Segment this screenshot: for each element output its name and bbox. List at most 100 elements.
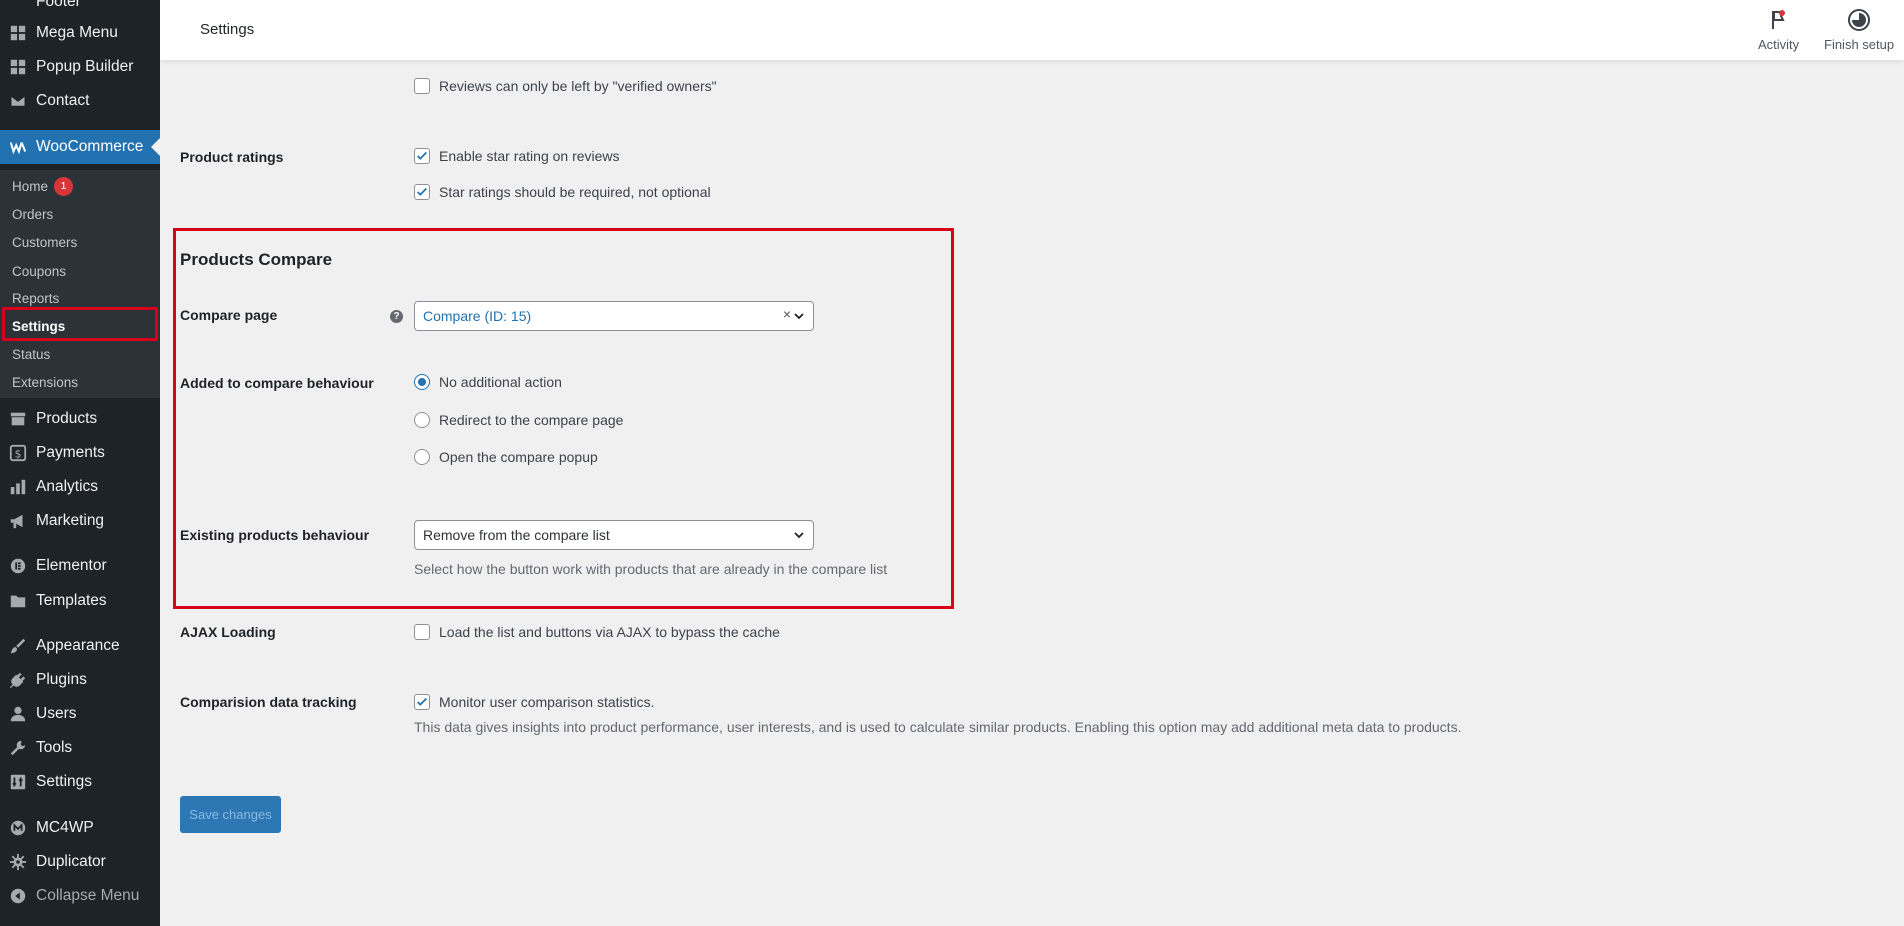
ajax-option[interactable]: Load the list and buttons via AJAX to by… xyxy=(414,624,780,640)
chevron-down-icon xyxy=(794,532,804,539)
notification-badge: 1 xyxy=(54,176,74,196)
menu-templates[interactable]: Templates xyxy=(0,585,160,617)
flag-icon xyxy=(1771,10,1785,29)
option-label: Enable star rating on reviews xyxy=(439,148,620,164)
sub-item-label: Status xyxy=(12,346,51,362)
menu-label: Marketing xyxy=(36,512,105,529)
save-button[interactable]: Save changes xyxy=(180,796,281,833)
settings-highlight-box xyxy=(2,307,158,341)
woocommerce-icon xyxy=(0,138,36,156)
sub-item-label: Reports xyxy=(12,290,60,306)
sub-item-label: Extensions xyxy=(12,374,79,390)
menu-label: Users xyxy=(36,705,77,722)
checkmark-icon xyxy=(417,187,427,196)
compare-page-value: Compare (ID: 15) xyxy=(423,308,532,324)
checkmark-icon xyxy=(417,697,427,706)
menu-elementor[interactable]: Elementor xyxy=(0,550,160,582)
enable-star-option[interactable]: Enable star rating on reviews xyxy=(414,148,620,164)
menu-appearance[interactable]: Appearance xyxy=(0,630,160,662)
tracking-option[interactable]: Monitor user comparison statistics. xyxy=(414,694,655,710)
menu-contact[interactable]: Contact xyxy=(0,85,160,117)
option-label: Monitor user comparison statistics. xyxy=(439,694,655,710)
menu-tools[interactable]: Tools xyxy=(0,732,160,764)
menu-marketing[interactable]: Marketing xyxy=(0,505,160,537)
plug-icon xyxy=(0,671,36,689)
menu-mega-menu[interactable]: Mega Menu xyxy=(0,17,160,49)
sub-item-status[interactable]: Status xyxy=(0,341,160,367)
svg-text:$: $ xyxy=(15,448,22,461)
star-required-checkbox[interactable] xyxy=(414,184,430,200)
menu-duplicator[interactable]: Duplicator xyxy=(0,846,160,878)
radio-popup[interactable]: Open the compare popup xyxy=(414,449,598,465)
checkmark-icon xyxy=(417,151,427,160)
sub-item-coupons[interactable]: Coupons xyxy=(0,258,160,284)
sub-item-orders[interactable]: Orders xyxy=(0,201,160,227)
radio-no-action[interactable]: No additional action xyxy=(414,374,562,390)
activity-label: Activity xyxy=(1758,37,1800,52)
radio-label: Redirect to the compare page xyxy=(439,412,624,428)
menu-woocommerce[interactable]: WooCommerce xyxy=(0,130,160,164)
compare-page-select[interactable]: Compare (ID: 15) × xyxy=(414,301,814,331)
menu-label: Tools xyxy=(36,739,73,756)
verified-owners-option[interactable]: Reviews can only be left by "verified ow… xyxy=(414,78,717,94)
option-label: Load the list and buttons via AJAX to by… xyxy=(439,624,780,640)
help-icon[interactable]: ? xyxy=(390,310,403,323)
product-ratings-label: Product ratings xyxy=(180,149,284,165)
existing-behaviour-description: Select how the button work with products… xyxy=(414,561,888,577)
menu-popup-builder[interactable]: Popup Builder xyxy=(0,51,160,83)
wrench-icon xyxy=(0,739,36,757)
collapse-menu-button[interactable]: Collapse Menu xyxy=(0,880,160,912)
elementor-icon xyxy=(0,557,36,575)
menu-label: Payments xyxy=(36,444,105,461)
menu-plugins[interactable]: Plugins xyxy=(0,664,160,696)
menu-users[interactable]: Users xyxy=(0,698,160,730)
menu-label: MC4WP xyxy=(36,819,94,836)
brush-icon xyxy=(0,637,36,655)
gear-icon xyxy=(0,853,36,871)
menu-label: Footer xyxy=(36,0,81,10)
star-required-option[interactable]: Star ratings should be required, not opt… xyxy=(414,184,711,200)
chevron-down-icon xyxy=(794,313,804,320)
finish-setup-label: Finish setup xyxy=(1824,37,1895,52)
radio-button[interactable] xyxy=(414,412,430,428)
tracking-description: This data gives insights into product pe… xyxy=(414,719,1462,735)
menu-label: Duplicator xyxy=(36,853,106,870)
sub-item-extensions[interactable]: Extensions xyxy=(0,369,160,395)
finish-setup-button[interactable]: Finish setup xyxy=(1824,8,1894,52)
collapse-icon xyxy=(0,887,36,905)
clear-icon[interactable]: × xyxy=(783,306,791,322)
menu-label: WooCommerce xyxy=(36,138,144,155)
enable-star-checkbox[interactable] xyxy=(414,148,430,164)
mc4wp-icon xyxy=(0,819,36,837)
ajax-checkbox[interactable] xyxy=(414,624,430,640)
radio-label: No additional action xyxy=(439,374,562,390)
menu-label: Mega Menu xyxy=(36,24,118,41)
tracking-checkbox[interactable] xyxy=(414,694,430,710)
option-label: Reviews can only be left by "verified ow… xyxy=(439,78,717,94)
grid-icon xyxy=(0,58,36,76)
tracking-label: Comparision data tracking xyxy=(180,694,357,710)
radio-redirect[interactable]: Redirect to the compare page xyxy=(414,412,623,428)
sub-item-customers[interactable]: Customers xyxy=(0,229,160,255)
radio-button[interactable] xyxy=(414,374,430,390)
menu-mc4wp[interactable]: MC4WP xyxy=(0,812,160,844)
top-header: Settings Activity Finish setup xyxy=(160,0,1904,60)
menu-settings[interactable]: Settings xyxy=(0,766,160,798)
radio-button[interactable] xyxy=(414,449,430,465)
verified-owners-checkbox[interactable] xyxy=(414,78,430,94)
sub-item-label: Coupons xyxy=(12,263,67,279)
sub-item-home[interactable]: Home 1 xyxy=(0,173,160,199)
sub-item-label: Customers xyxy=(12,234,78,250)
admin-sidebar: Footer Mega Menu Popup Builder Contact W… xyxy=(0,0,160,926)
user-icon xyxy=(0,705,36,723)
menu-payments[interactable]: $ Payments xyxy=(0,437,160,469)
menu-label: Appearance xyxy=(36,637,120,654)
megaphone-icon xyxy=(0,512,36,530)
menu-products[interactable]: Products xyxy=(0,403,160,435)
option-label: Star ratings should be required, not opt… xyxy=(439,184,711,200)
activity-button[interactable]: Activity xyxy=(1758,8,1799,52)
menu-footer[interactable]: Footer xyxy=(0,0,160,18)
menu-analytics[interactable]: Analytics xyxy=(0,471,160,503)
dollar-icon: $ xyxy=(0,444,36,462)
existing-behaviour-select[interactable]: Remove from the compare list xyxy=(414,520,814,550)
